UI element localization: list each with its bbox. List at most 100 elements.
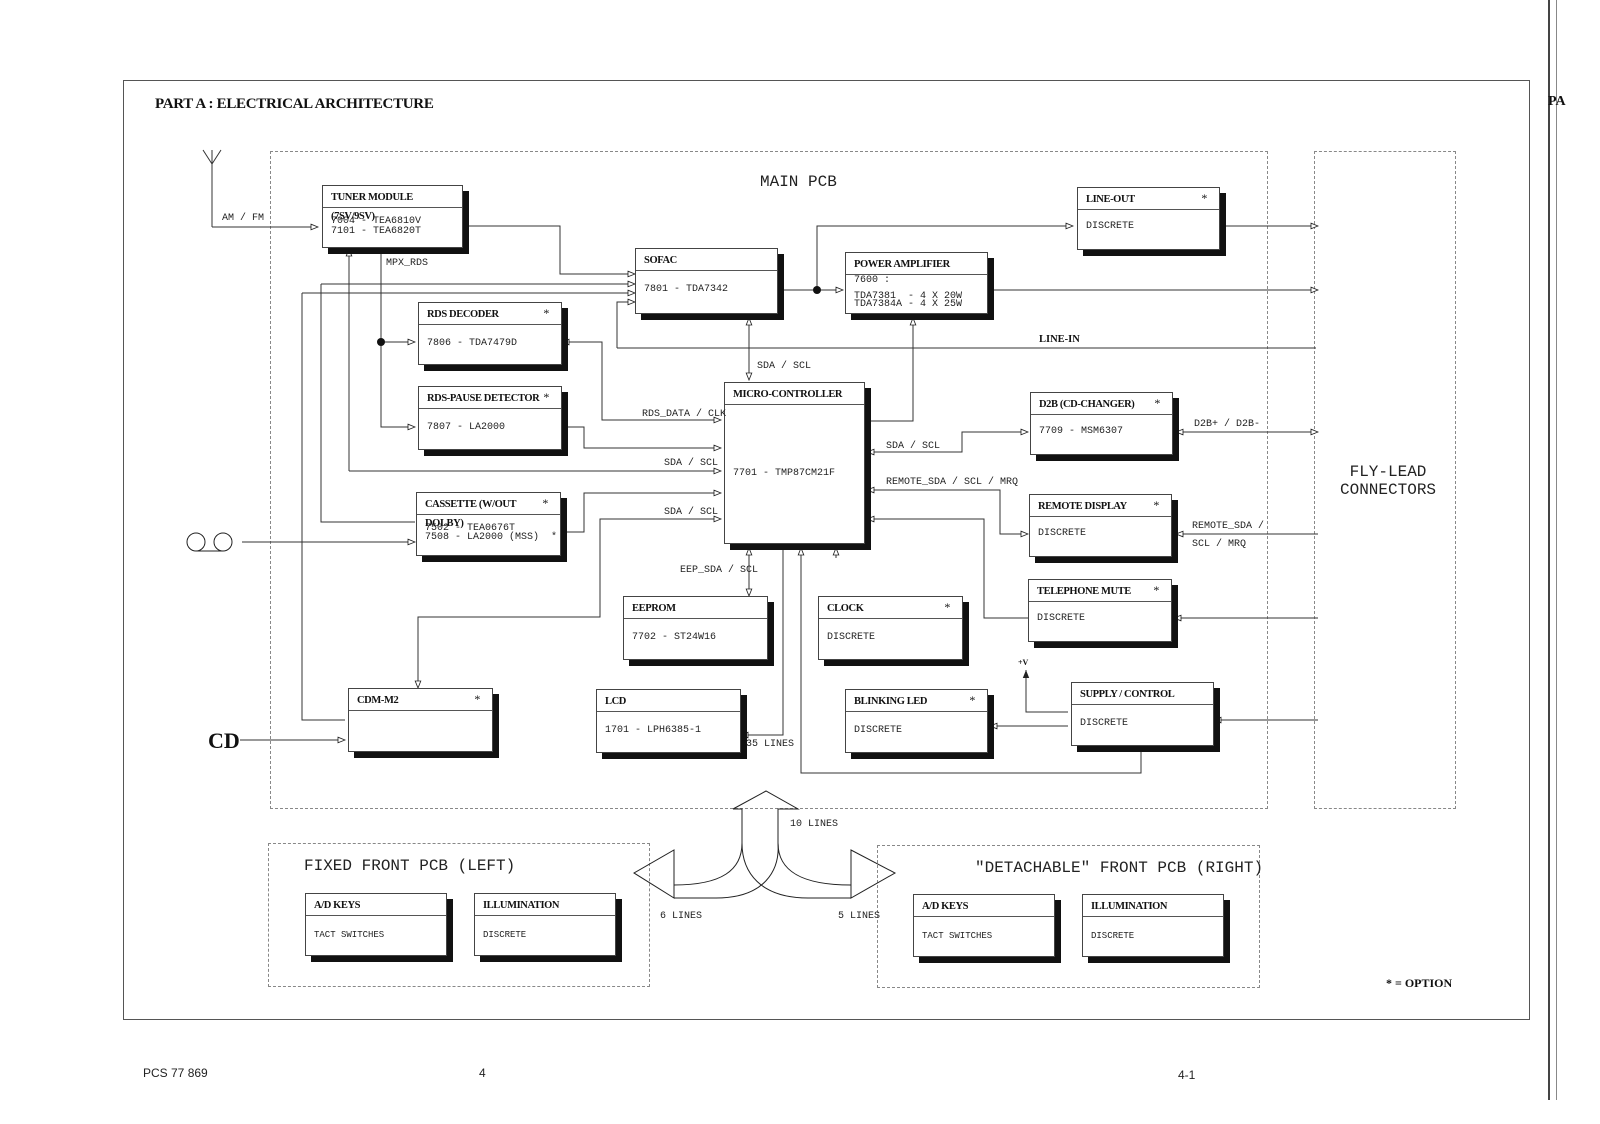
block-title: RDS-PAUSE DETECTOR * — [419, 387, 561, 409]
footer-section: 4-1 — [1178, 1068, 1196, 1082]
block-title-text: LINE-OUT — [1086, 194, 1135, 205]
front-right-keys-block: A/D KEYS TACT SWITCHES — [913, 894, 1055, 957]
block-title: POWER AMPLIFIER — [846, 253, 987, 275]
wire-sofac-in4 — [616, 302, 635, 348]
block-body: DISCRETE — [1086, 221, 1135, 232]
block-title-text: CLOCK — [827, 603, 864, 614]
option-star: * — [1201, 191, 1207, 205]
signal-remote-ext-1: REMOTE_SDA / — [1192, 521, 1265, 532]
block-body: DISCRETE — [827, 632, 876, 643]
rds-pause-detector-block: RDS-PAUSE DETECTOR * 7807 - LA2000 — [418, 386, 562, 450]
block-body: DISCRETE — [1091, 931, 1135, 941]
block-title: LINE-OUT * — [1078, 188, 1219, 210]
signal-6-lines: 6 LINES — [660, 911, 703, 922]
block-title: REMOTE DISPLAY * — [1030, 495, 1171, 517]
signal-lcd-lines: 35 LINES — [746, 739, 795, 750]
option-star: * — [1154, 396, 1160, 410]
eeprom-block: EEPROM 7702 - ST24W16 — [623, 596, 768, 660]
signal-am-fm: AM / FM — [222, 213, 265, 224]
option-star: * — [1153, 583, 1159, 597]
antenna-icon — [202, 149, 222, 227]
footer-doc-id: PCS 77 869 — [143, 1066, 208, 1080]
signal-5-lines: 5 LINES — [838, 911, 881, 922]
cd-input-label: CD — [208, 728, 240, 753]
signal-d2b: D2B+ / D2B- — [1194, 419, 1261, 430]
block-body: DISCRETE — [1037, 613, 1086, 624]
block-title-text: TELEPHONE MUTE — [1037, 586, 1131, 597]
option-star: * — [543, 390, 549, 404]
tuner-module-block: TUNER MODULE (7SV/9SV) 7004 - TEA6810V 7… — [322, 185, 463, 248]
front-left-illumination-block: ILLUMINATION DISCRETE — [474, 893, 616, 956]
signal-remote-ext-2: SCL / MRQ — [1192, 539, 1247, 550]
block-title-text: RDS-PAUSE DETECTOR — [427, 393, 540, 404]
junction-dot — [377, 338, 385, 346]
remote-display-block: REMOTE DISPLAY * DISCRETE — [1029, 494, 1172, 557]
lcd-block: LCD 1701 - LPH6385-1 — [596, 689, 741, 753]
block-body: 7702 - ST24W16 — [632, 632, 717, 643]
line-out-block: LINE-OUT * DISCRETE — [1077, 187, 1220, 250]
footer-page-num: 4 — [479, 1066, 486, 1080]
block-title: TELEPHONE MUTE * — [1029, 580, 1171, 602]
cassette-icon — [186, 532, 233, 552]
signal-10-lines: 10 LINES — [790, 819, 839, 830]
front-right-illumination-block: ILLUMINATION DISCRETE — [1082, 894, 1224, 957]
wire-tuner-sofac — [463, 225, 635, 274]
block-body: TACT SWITCHES — [314, 930, 385, 940]
signal-line-in: LINE-IN — [1039, 334, 1080, 345]
block-body: 7801 - TDA7342 — [644, 284, 729, 295]
block-body: 7600 : TDA7381 - 4 X 20W TDA7384A - 4 X … — [854, 275, 963, 310]
micro-controller-block: MICRO-CONTROLLER 7701 - TMP87CM21F — [724, 382, 865, 544]
option-legend: * = OPTION — [1386, 976, 1453, 990]
signal-sda-scl-2: SDA / SCL — [664, 507, 719, 518]
block-body: 7806 - TDA7479D — [427, 338, 518, 349]
block-title-text: D2B (CD-CHANGER) — [1039, 399, 1135, 410]
signal-sda-scl-1: SDA / SCL — [664, 458, 719, 469]
signal-sda-scl-right: SDA / SCL — [886, 441, 941, 452]
block-title: D2B (CD-CHANGER) * — [1031, 393, 1172, 415]
block-title: MICRO-CONTROLLER — [725, 383, 864, 405]
block-title: SUPPLY / CONTROL — [1072, 683, 1213, 705]
block-body: DISCRETE — [854, 725, 903, 736]
signal-plus-v: +V — [1018, 658, 1029, 667]
block-body — [349, 711, 492, 723]
block-body: 7807 - LA2000 — [427, 422, 506, 433]
clock-block: CLOCK * DISCRETE — [818, 596, 963, 660]
d2b-block: D2B (CD-CHANGER) * 7709 - MSM6307 — [1030, 392, 1173, 455]
block-title: BLINKING LED * — [846, 690, 987, 712]
front-left-keys-block: A/D KEYS TACT SWITCHES — [305, 893, 447, 956]
block-body: DISCRETE — [483, 930, 527, 940]
signal-remote-bus: REMOTE_SDA / SCL / MRQ — [886, 477, 1019, 488]
block-title: A/D KEYS — [306, 894, 446, 916]
block-title: A/D KEYS — [914, 895, 1054, 917]
block-title: TUNER MODULE (7SV/9SV) — [323, 186, 462, 222]
block-body: 1701 - LPH6385-1 — [605, 725, 702, 736]
option-star: * — [1153, 498, 1159, 512]
option-star: * — [542, 496, 548, 510]
option-star: * — [474, 692, 480, 706]
block-title: RDS DECODER * — [419, 303, 561, 325]
telephone-mute-block: TELEPHONE MUTE * DISCRETE — [1028, 579, 1172, 642]
block-title: EEPROM — [624, 597, 767, 619]
option-star: * — [969, 693, 975, 707]
wire-mpx-rds — [380, 252, 415, 427]
block-body: 7709 - MSM6307 — [1039, 426, 1124, 437]
block-body: DISCRETE — [1080, 718, 1129, 729]
blinking-led-block: BLINKING LED * DISCRETE — [845, 689, 988, 753]
block-title: LCD — [597, 690, 740, 712]
cassette-block: CASSETTE (W/OUT DOLBY) * 7502 - TEA0676T … — [416, 492, 561, 556]
block-title: CDM-M2 * — [349, 689, 492, 711]
block-body: TACT SWITCHES — [922, 931, 993, 941]
block-title-text: REMOTE DISPLAY — [1038, 501, 1127, 512]
signal-mpx-rds: MPX_RDS — [386, 258, 429, 269]
bus-arrow — [633, 790, 897, 899]
cdm-m2-block: CDM-M2 * — [348, 688, 493, 752]
block-title-text: BLINKING LED — [854, 696, 928, 707]
signal-eep: EEP_SDA / SCL — [680, 565, 759, 576]
power-amplifier-block: POWER AMPLIFIER 7600 : TDA7381 - 4 X 20W… — [845, 252, 988, 314]
block-body: DISCRETE — [1038, 528, 1087, 539]
option-star: * — [543, 306, 549, 320]
option-star: * — [944, 600, 950, 614]
block-title-text: RDS DECODER — [427, 309, 499, 320]
block-title: SOFAC — [636, 249, 777, 271]
block-title: CASSETTE (W/OUT DOLBY) * — [417, 493, 560, 529]
